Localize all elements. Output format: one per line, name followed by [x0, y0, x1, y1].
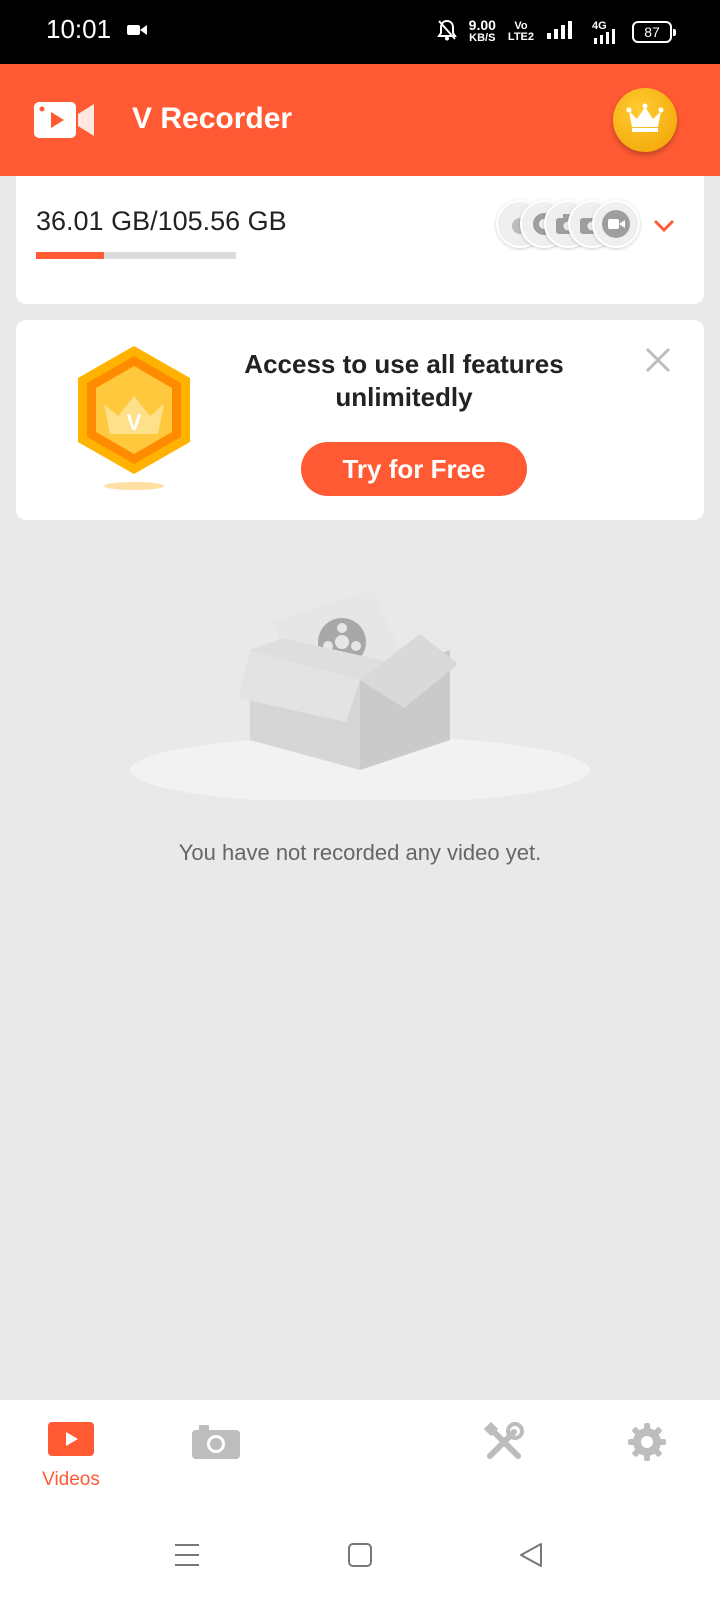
play-icon: [48, 1422, 94, 1460]
crown-icon: [626, 103, 664, 138]
menu-icon[interactable]: [174, 1542, 200, 1573]
premium-button[interactable]: [613, 88, 677, 152]
volte-bottom: LTE2: [507, 31, 534, 43]
storage-progress-bar: [36, 252, 236, 259]
empty-box-illustration-icon: [120, 590, 600, 805]
vip-hexagon-badge-icon: V: [74, 344, 194, 499]
recording-sources[interactable]: [496, 200, 656, 248]
nav-item-screenshots[interactable]: [166, 1422, 266, 1465]
video-camera-icon: [592, 200, 640, 248]
home-icon[interactable]: [347, 1542, 373, 1573]
nav-item-tools[interactable]: [454, 1421, 554, 1467]
mute-bell-icon: [436, 19, 457, 46]
network-speed: 9.00 KB/S: [468, 17, 496, 45]
app-title: V Recorder: [132, 102, 293, 135]
storage-usage-text: 36.01 GB/105.56 GB: [36, 206, 287, 236]
status-indicators: 9.00 KB/S Vo LTE2 4G 87: [436, 14, 676, 50]
storage-progress-fill: [36, 252, 105, 259]
screen-record-status-icon: [126, 22, 148, 43]
signal-icon: [546, 20, 572, 45]
nav-item-videos[interactable]: Videos: [21, 1422, 121, 1491]
camera-icon: [191, 1425, 241, 1464]
badge-letter: V: [127, 410, 142, 435]
try-for-free-button[interactable]: Try for Free: [301, 442, 527, 496]
bottom-navigation: Videos: [0, 1400, 720, 1520]
nav-label-videos: Videos: [42, 1469, 100, 1490]
promo-title: Access to use all features unlimitedly: [244, 349, 564, 412]
nav-item-settings[interactable]: [597, 1422, 697, 1467]
empty-state-message: You have not recorded any video yet.: [178, 840, 542, 865]
status-time: 10:01: [46, 14, 112, 44]
video-camera-logo-icon: [34, 100, 96, 145]
status-bar: 10:01 9.00 KB/S Vo LTE2 4G 87: [0, 0, 720, 64]
net-speed-value: 9.00: [468, 17, 496, 33]
signal-4g-icon: 4G: [584, 20, 620, 44]
battery-level: 87: [644, 24, 660, 40]
chevron-down-icon[interactable]: [652, 218, 676, 239]
net-speed-unit: KB/S: [469, 32, 496, 44]
close-icon[interactable]: [644, 346, 672, 379]
gear-icon: [627, 1423, 667, 1466]
system-navigation-bar: [0, 1520, 720, 1600]
premium-promo-card: V Access to use all features unlimitedly…: [16, 320, 704, 520]
volte-indicator: Vo LTE2: [508, 21, 534, 43]
back-icon[interactable]: [518, 1542, 544, 1573]
battery-indicator: 87: [632, 21, 676, 43]
app-bar: V Recorder: [0, 64, 720, 176]
tools-icon: [483, 1421, 524, 1466]
storage-card: 36.01 GB/105.56 GB: [16, 176, 704, 304]
